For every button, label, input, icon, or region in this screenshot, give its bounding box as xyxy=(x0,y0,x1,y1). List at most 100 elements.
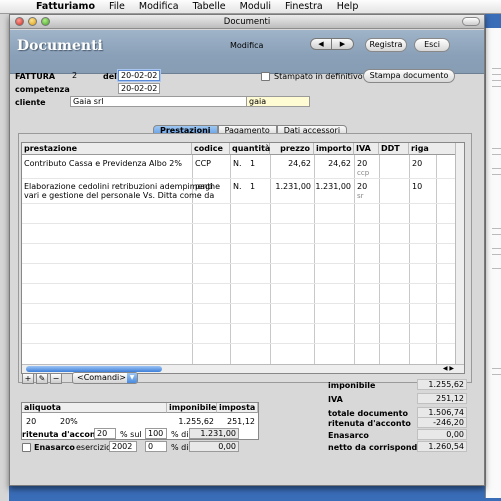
total-iva-label: IVA xyxy=(328,395,343,404)
enasarco-checkbox[interactable] xyxy=(22,443,31,452)
document-date-field[interactable]: 20-02-02 xyxy=(118,70,160,81)
menu-tabelle[interactable]: Tabelle xyxy=(193,1,226,12)
column-header-prezzo[interactable]: prezzo xyxy=(270,143,314,155)
documenti-window: Documenti Documenti Modifica ◀ ▶ Registr… xyxy=(9,14,485,486)
menu-file[interactable]: File xyxy=(109,1,125,12)
row2-riga[interactable]: 10 xyxy=(410,182,422,191)
enasarco-di-label: % di xyxy=(171,443,189,452)
edit-row-icon[interactable]: ✎ xyxy=(36,373,48,384)
add-row-button[interactable]: + xyxy=(22,373,34,384)
column-header-prestazione[interactable]: prestazione xyxy=(22,143,192,155)
minimize-window-button[interactable] xyxy=(28,17,37,26)
row2-prestazione[interactable]: Elaborazione cedolini retribuzioni ademp… xyxy=(22,182,213,191)
printed-final-checkbox[interactable] xyxy=(261,72,270,81)
row2-qty[interactable]: 1 xyxy=(248,182,255,191)
column-header-riga[interactable]: riga xyxy=(409,143,457,155)
total-imponibile-value: 1.255,62 xyxy=(417,379,467,390)
row2-prestazione-line2: vari e gestione del personale Vs. Ditta … xyxy=(24,191,215,200)
enasarco-pct-field[interactable]: 0 xyxy=(145,441,167,452)
total-documento-label: totale documento xyxy=(328,409,408,418)
row2-iva-code: sr xyxy=(357,192,364,200)
mode-label: Modifica xyxy=(230,41,264,50)
total-ritenuta-value: -246,20 xyxy=(417,417,467,428)
background-window-right xyxy=(485,28,501,498)
menu-app[interactable]: Fatturiamo xyxy=(36,1,95,12)
form-header: Documenti Modifica ◀ ▶ Registra Esci xyxy=(10,30,484,74)
next-record-button[interactable]: ▶ xyxy=(332,38,354,50)
document-type-label: FATTURA xyxy=(15,72,56,81)
zoom-window-button[interactable] xyxy=(41,17,50,26)
toolbar-toggle-button[interactable] xyxy=(462,17,480,26)
row2-codice[interactable]: paghe xyxy=(193,182,220,191)
total-enasarco-label: Enasarco xyxy=(328,431,369,440)
menubar: Fatturiamo File Modifica Tabelle Moduli … xyxy=(0,0,501,14)
commands-popup-label: <Comandi> xyxy=(77,373,126,382)
total-imponibile-label: imponibile xyxy=(328,381,376,390)
menu-moduli[interactable]: Moduli xyxy=(240,1,271,12)
column-header-importo[interactable]: importo xyxy=(314,143,354,155)
total-ritenuta-label: ritenuta d'acconto xyxy=(328,419,411,428)
ritenuta-base-field[interactable]: 100 xyxy=(145,428,167,439)
ritenuta-pct-field[interactable]: 20 xyxy=(94,428,116,439)
previous-record-button[interactable]: ◀ xyxy=(310,38,332,50)
competenza-label: competenza xyxy=(15,85,70,94)
column-header-ddt[interactable]: DDT xyxy=(379,143,409,155)
document-number-field[interactable]: 2 xyxy=(70,71,100,82)
iva-header-imposta: imposta xyxy=(217,403,258,413)
row1-unit[interactable]: N. xyxy=(231,159,242,168)
iva-row-code[interactable]: 20 xyxy=(24,417,36,426)
menu-help[interactable]: Help xyxy=(337,1,359,12)
row1-prezzo[interactable]: 24,62 xyxy=(270,159,314,168)
row1-prestazione[interactable]: Contributo Cassa e Previdenza Albo 2% xyxy=(22,159,182,168)
competenza-field[interactable]: 20-02-02 xyxy=(118,83,160,94)
column-header-codice[interactable]: codice xyxy=(192,143,230,155)
commands-popup[interactable]: <Comandi> ▼ xyxy=(72,372,138,384)
prestazioni-panel: prestazione codice quantità prezzo impor… xyxy=(18,133,472,383)
column-header-quantita[interactable]: quantità xyxy=(230,143,270,155)
grid-vertical-scrollbar[interactable] xyxy=(455,143,464,373)
page-title: Documenti xyxy=(17,38,103,54)
del-label: del xyxy=(103,72,117,81)
iva-row-imposta[interactable]: 251,12 xyxy=(217,417,258,426)
column-header-iva[interactable]: IVA xyxy=(354,143,379,155)
remove-row-button[interactable]: − xyxy=(50,373,62,384)
close-window-button[interactable] xyxy=(15,17,24,26)
prestazioni-grid: prestazione codice quantità prezzo impor… xyxy=(21,142,465,374)
ritenuta-label: ritenuta d'acconto xyxy=(22,430,105,439)
client-label: cliente xyxy=(15,98,46,107)
ritenuta-amount-field[interactable]: 1.231,00 xyxy=(189,428,239,439)
chevron-down-icon: ▼ xyxy=(127,373,137,383)
enasarco-label: Enasarco xyxy=(34,443,75,452)
row1-codice[interactable]: CCP xyxy=(193,159,211,168)
ritenuta-di-label: % di xyxy=(171,430,189,439)
row1-iva-code: ccp xyxy=(357,169,370,177)
record-navigation: ◀ ▶ xyxy=(310,38,354,50)
row2-importo[interactable]: 1.231,00 xyxy=(314,182,354,191)
row1-iva[interactable]: 20 xyxy=(355,159,367,168)
row2-prezzo[interactable]: 1.231,00 xyxy=(270,182,314,191)
exit-button[interactable]: Esci xyxy=(414,38,450,52)
ritenuta-sul-label: % sul xyxy=(120,430,142,439)
row2-unit[interactable]: N. xyxy=(231,182,242,191)
enasarco-amount-field[interactable]: 0,00 xyxy=(189,441,239,452)
total-netto-value: 1.260,54 xyxy=(417,441,467,452)
row1-riga[interactable]: 20 xyxy=(410,159,422,168)
register-button[interactable]: Registra xyxy=(365,38,407,52)
menu-finestra[interactable]: Finestra xyxy=(285,1,323,12)
iva-header-imponibile: imponibile xyxy=(167,403,217,413)
scroll-arrows-icon[interactable]: ◀ ▶ xyxy=(443,365,454,372)
window-title: Documenti xyxy=(223,17,271,27)
client-name-field[interactable]: Gaia srl xyxy=(70,96,250,107)
client-code-field[interactable]: gaia xyxy=(246,96,310,107)
row1-importo[interactable]: 24,62 xyxy=(314,159,354,168)
row1-qty[interactable]: 1 xyxy=(248,159,255,168)
iva-header-aliquota: aliquota xyxy=(22,403,167,413)
iva-row-imponibile[interactable]: 1.255,62 xyxy=(167,417,217,426)
iva-row-desc[interactable]: 20% xyxy=(58,417,78,426)
row2-iva[interactable]: 20 xyxy=(355,182,367,191)
background-window-left xyxy=(0,14,9,501)
menu-modifica[interactable]: Modifica xyxy=(139,1,179,12)
print-document-button[interactable]: Stampa documento xyxy=(363,69,455,83)
window-titlebar: Documenti xyxy=(10,15,484,29)
esercizio-year-field[interactable]: 2002 xyxy=(109,441,137,452)
